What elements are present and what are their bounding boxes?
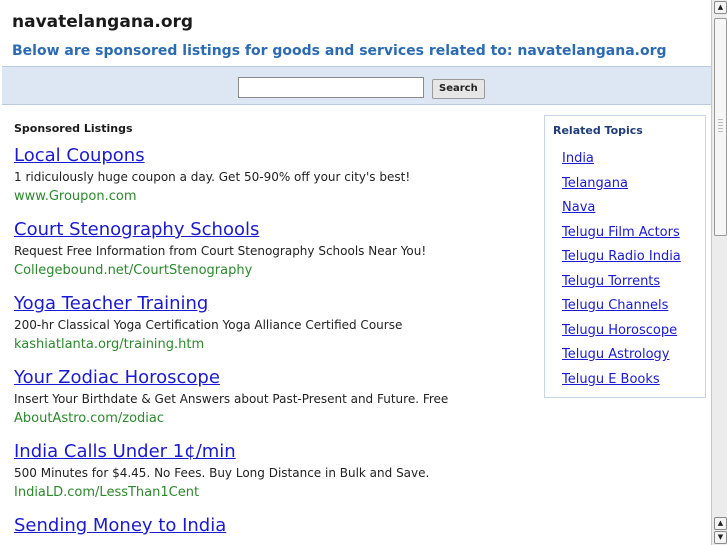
related-topic-item: Telugu Horoscope [562,319,681,344]
related-topic-link[interactable]: Telugu E Books [562,372,660,387]
related-topics-list: India Telangana Nava Telugu Film Actors … [562,147,681,392]
listing-title-link[interactable]: Your Zodiac Horoscope [14,367,534,389]
listing-item: Your Zodiac Horoscope Insert Your Birthd… [14,367,534,428]
site-title: navatelangana.org [12,12,194,32]
search-input[interactable] [238,77,424,98]
related-topic-item: Telugu E Books [562,368,681,393]
listing-url-link[interactable]: AboutAstro.com/zodiac [14,410,534,428]
listing-item: Yoga Teacher Training 200-hr Classical Y… [14,293,534,354]
related-topic-link[interactable]: Telugu Radio India [562,249,681,264]
related-topic-link[interactable]: India [562,151,594,166]
listing-title-link[interactable]: Yoga Teacher Training [14,293,534,315]
related-topic-item: Telugu Astrology [562,343,681,368]
listing-description: Insert Your Birthdate & Get Answers abou… [14,392,449,406]
listing-item: Court Stenography Schools Request Free I… [14,219,534,280]
related-topics-panel: Related Topics India Telangana Nava Telu… [544,115,706,398]
grip-icon [718,119,723,133]
listing-description: 200-hr Classical Yoga Certification Yoga… [14,318,403,332]
listing-url-link[interactable]: www.Groupon.com [14,188,534,206]
related-topic-link[interactable]: Telugu Horoscope [562,323,677,338]
listing-item: India Calls Under 1¢/min 500 Minutes for… [14,441,534,502]
listing-url-link[interactable]: Collegebound.net/CourtStenography [14,262,534,280]
listing-item: Sending Money to India [14,515,534,537]
related-topic-item: Telugu Channels [562,294,681,319]
listing-description: 1 ridiculously huge coupon a day. Get 50… [14,170,411,184]
related-topic-link[interactable]: Nava [562,200,595,215]
related-topics-heading: Related Topics [553,124,643,137]
related-topic-link[interactable]: Telugu Astrology [562,347,670,362]
sponsored-listings: Sponsored Listings Local Coupons 1 ridic… [14,122,534,545]
arrow-down-icon[interactable]: ▼ [714,531,727,544]
page-subtitle: Below are sponsored listings for goods a… [12,43,667,59]
arrow-up-icon[interactable]: ▲ [714,1,727,14]
related-topic-item: India [562,147,681,172]
listing-title-link[interactable]: Court Stenography Schools [14,219,534,241]
related-topic-link[interactable]: Telangana [562,176,628,191]
related-topic-item: Telugu Radio India [562,245,681,270]
related-topic-item: Telangana [562,172,681,197]
related-topic-link[interactable]: Telugu Film Actors [562,225,680,240]
listing-url-link[interactable]: kashiatlanta.org/training.htm [14,336,534,354]
page: navatelangana.org Below are sponsored li… [0,0,711,545]
listing-description: Request Free Information from Court Sten… [14,244,427,258]
related-topic-item: Telugu Torrents [562,270,681,295]
listing-description: 500 Minutes for $4.45. No Fees. Buy Long… [14,466,430,480]
search-bar: Search [2,66,711,105]
related-topic-item: Telugu Film Actors [562,221,681,246]
arrow-up-icon[interactable]: ▲ [714,517,727,530]
listing-item: Local Coupons 1 ridiculously huge coupon… [14,145,534,206]
sponsored-listings-heading: Sponsored Listings [14,122,133,135]
related-topic-item: Nava [562,196,681,221]
vertical-scrollbar[interactable]: ▲ ▲ ▼ [711,0,727,545]
related-topic-link[interactable]: Telugu Channels [562,298,668,313]
listing-url-link[interactable]: IndiaLD.com/LessThan1Cent [14,484,534,502]
related-topic-link[interactable]: Telugu Torrents [562,274,660,289]
listing-title-link[interactable]: India Calls Under 1¢/min [14,441,534,463]
search-button[interactable]: Search [432,79,485,99]
scrollbar-thumb[interactable] [714,18,727,236]
listing-title-link[interactable]: Local Coupons [14,145,534,167]
listing-title-link[interactable]: Sending Money to India [14,515,534,537]
